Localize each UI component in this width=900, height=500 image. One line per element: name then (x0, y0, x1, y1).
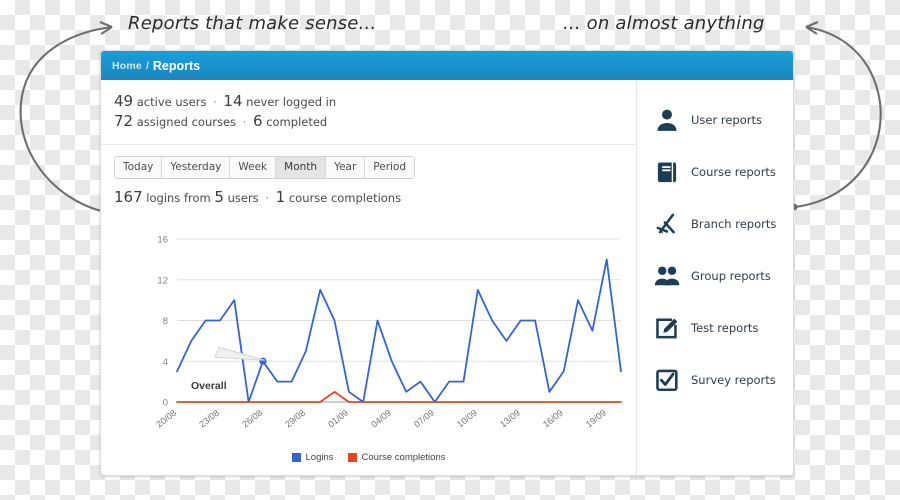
users-count: 5 (214, 188, 224, 206)
legend-label-logins: Logins (305, 452, 334, 463)
x-tick-label: 29/08 (283, 408, 307, 430)
tab-today[interactable]: Today (115, 157, 163, 178)
legend-swatch-logins (291, 453, 301, 462)
legend-item-course-completions[interactable]: Course completions (347, 452, 446, 463)
chart-container: Overall 0 4 8 12 16 20/08 23/08 26/08 29/08 01/09… (101, 206, 636, 475)
branch-icon (653, 211, 680, 238)
y-tick-label: 4 (163, 357, 168, 368)
summary-separator: · (265, 191, 269, 205)
left-arrow-head (99, 21, 113, 35)
x-tick-label: 04/09 (369, 408, 393, 430)
x-tick-label: 16/09 (541, 408, 565, 430)
completed-count: 6 (253, 112, 263, 130)
divider (101, 144, 636, 145)
screenshot-root: Reports that make sense... ... on almost… (0, 0, 900, 500)
checkbox-icon (653, 367, 680, 394)
annotation-text-right: ... on almost anything (563, 13, 765, 34)
breadcrumb-bar: Home / Reports (101, 51, 793, 80)
sidebar-item-group-reports[interactable]: Group reports (653, 250, 793, 302)
completions-label: course completions (288, 191, 402, 205)
sidebar-label-survey-reports: Survey reports (691, 373, 776, 387)
tab-period[interactable]: Period (365, 157, 415, 178)
sidebar-item-branch-reports[interactable]: Branch reports (653, 198, 793, 250)
y-tick-label: 16 (157, 235, 168, 246)
sidebar-label-test-reports: Test reports (691, 321, 759, 335)
active-users-count: 49 (114, 92, 134, 110)
sidebar-item-user-reports[interactable]: User reports (653, 94, 793, 146)
logins-from-label: logins from (146, 191, 211, 205)
y-tick-label: 0 (163, 398, 168, 409)
never-logged-label: never logged in (246, 95, 337, 109)
y-tick-label: 12 (157, 275, 168, 286)
period-summary: 167 logins from 5 users · 1 course compl… (114, 188, 636, 206)
x-tick-label: 26/08 (240, 408, 264, 430)
sidebar-item-survey-reports[interactable]: Survey reports (653, 354, 793, 406)
window-body: 49 active users · 14 never logged in 72 … (101, 80, 793, 475)
book-icon (653, 159, 680, 186)
reports-sidebar: User reports Course reports Branch repor… (637, 80, 793, 475)
chart-legend: Logins Course completions (101, 452, 636, 463)
series-course-completions (176, 390, 622, 403)
right-arrow-curve (794, 25, 882, 209)
logins-count: 167 (114, 188, 143, 206)
x-tick-label: 13/09 (498, 408, 522, 430)
tab-month[interactable]: Month (276, 157, 327, 178)
users-label: users (227, 191, 259, 205)
main-panel: 49 active users · 14 never logged in 72 … (101, 80, 637, 475)
stats-block: 49 active users · 14 never logged in 72 … (101, 80, 636, 142)
never-logged-count: 14 (223, 92, 243, 110)
right-arrow-head (805, 21, 819, 35)
completions-count: 1 (275, 188, 286, 206)
x-tick-label: 19/09 (584, 408, 608, 430)
stat-separator-2: · (242, 115, 247, 129)
page-title: Reports (152, 58, 201, 73)
completed-label: completed (266, 115, 328, 129)
stat-line-users: 49 active users · 14 never logged in (114, 92, 636, 112)
tab-week[interactable]: Week (230, 157, 277, 178)
legend-swatch-course-completions (347, 453, 357, 462)
sidebar-label-branch-reports: Branch reports (691, 217, 777, 231)
sidebar-label-group-reports: Group reports (691, 269, 771, 283)
legend-item-logins[interactable]: Logins (291, 452, 334, 463)
breadcrumb-home[interactable]: Home (112, 60, 142, 72)
period-tab-group: Today Yesterday Week Month Year Period (114, 156, 416, 179)
sidebar-label-course-reports: Course reports (691, 165, 776, 179)
user-icon (653, 107, 680, 134)
logins-line-chart[interactable]: 0 4 8 12 16 20/08 23/08 26/08 29/08 01/09 04/09 07/… (101, 206, 637, 476)
tab-year[interactable]: Year (326, 157, 366, 178)
pencil-square-icon (653, 315, 680, 342)
x-tick-label: 07/09 (412, 408, 436, 430)
x-tick-label: 23/08 (197, 408, 221, 430)
assigned-courses-label: assigned courses (136, 115, 237, 129)
app-window: Home / Reports 49 active users · 14 neve… (100, 50, 794, 476)
annotation-text-left: Reports that make sense... (128, 13, 377, 34)
breadcrumb-separator: / (145, 59, 149, 72)
legend-label-course-completions: Course completions (361, 452, 446, 463)
tooltip-pointer (214, 346, 266, 361)
sidebar-item-course-reports[interactable]: Course reports (653, 146, 793, 198)
x-tick-label: 20/08 (154, 408, 178, 430)
series-logins (176, 258, 622, 403)
x-tick-label: 10/09 (455, 408, 479, 430)
active-users-label: active users (136, 95, 207, 109)
assigned-courses-count: 72 (114, 112, 134, 130)
stat-separator-1: · (213, 95, 217, 109)
sidebar-label-user-reports: User reports (691, 113, 762, 127)
tab-yesterday[interactable]: Yesterday (162, 157, 231, 178)
group-icon (653, 263, 680, 290)
sidebar-item-test-reports[interactable]: Test reports (653, 302, 793, 354)
y-tick-label: 8 (163, 316, 168, 327)
x-tick-label: 01/09 (326, 408, 350, 430)
stat-line-courses: 72 assigned courses · 6 completed (114, 112, 636, 132)
